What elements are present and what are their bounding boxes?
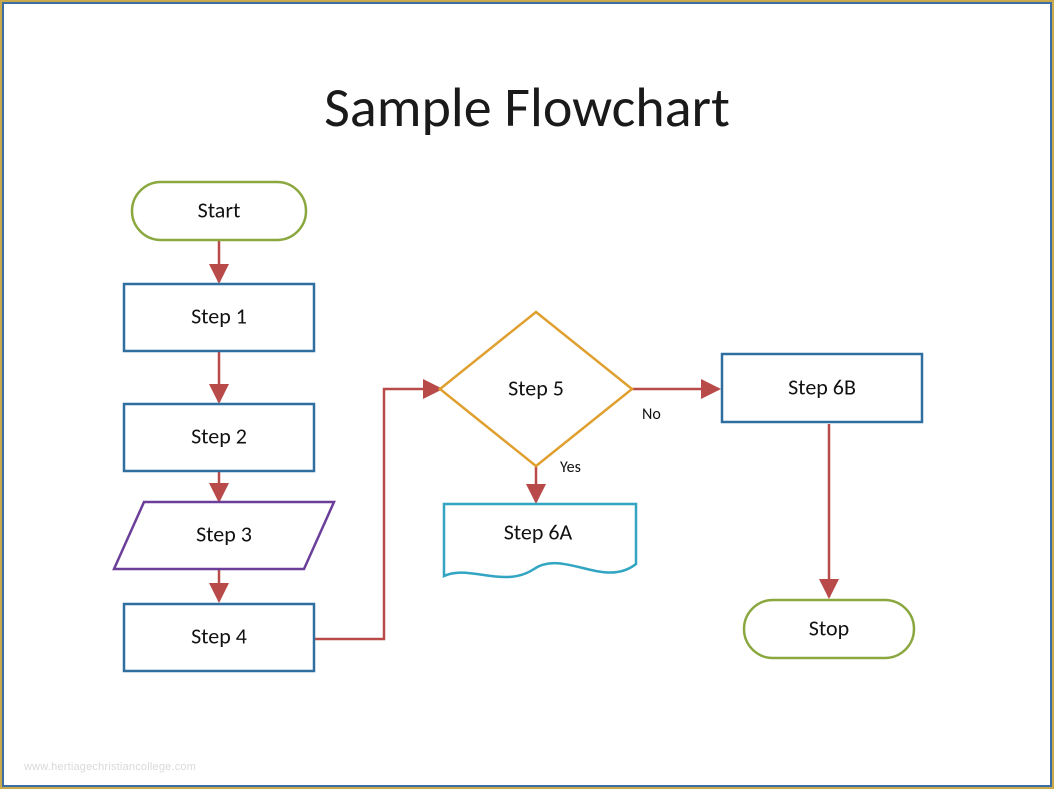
inner-border: Sample Flowchart Start: [2, 2, 1052, 787]
node-step1: Step 1: [124, 284, 314, 351]
node-step1-label: Step 1: [191, 302, 247, 329]
node-step5: Step 5: [440, 312, 632, 466]
node-start: Start: [132, 182, 306, 240]
outer-border: Sample Flowchart Start: [0, 0, 1054, 789]
node-step6a: Step 6A: [444, 504, 636, 577]
node-step4-label: Step 4: [191, 622, 247, 649]
node-step6a-label: Step 6A: [504, 518, 573, 545]
node-step2-label: Step 2: [191, 422, 247, 449]
node-start-label: Start: [198, 196, 241, 223]
node-stop: Stop: [744, 600, 914, 658]
watermark-text: www.hertiagechristiancollege.com: [24, 761, 196, 773]
node-stop-label: Stop: [809, 614, 849, 641]
edge-label-no: No: [642, 405, 661, 424]
node-step5-label: Step 5: [508, 374, 564, 401]
edge-label-yes: Yes: [560, 458, 581, 477]
arrow-step4-to-step5: [314, 389, 441, 639]
node-step6b: Step 6B: [722, 354, 922, 422]
node-step2: Step 2: [124, 404, 314, 471]
node-step3-label: Step 3: [196, 520, 252, 547]
node-step4: Step 4: [124, 604, 314, 671]
node-step3: Step 3: [114, 502, 334, 569]
node-step6b-label: Step 6B: [788, 373, 856, 400]
flowchart-svg: Start Step 1 Step 2 Step 3 Step 4: [4, 4, 1054, 789]
